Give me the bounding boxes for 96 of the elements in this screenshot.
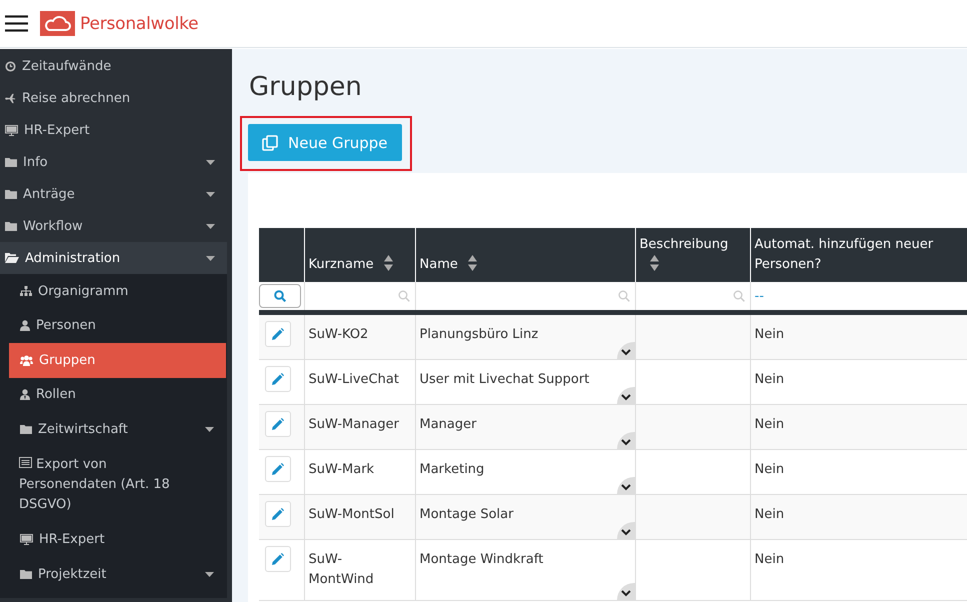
table-cell: Nein	[754, 552, 784, 567]
sidebar-item[interactable]: Rollen	[9, 378, 226, 412]
table-cell: SuW-MontSol	[308, 507, 394, 522]
pencil-icon	[272, 373, 284, 385]
expand-toggle[interactable]	[616, 522, 634, 539]
expand-toggle[interactable]	[616, 387, 634, 404]
sort-icon	[468, 255, 477, 271]
expand-toggle[interactable]	[616, 583, 634, 600]
monitor-icon	[20, 534, 33, 546]
expand-toggle[interactable]	[616, 477, 634, 494]
pencil-icon	[272, 508, 284, 520]
edit-button[interactable]	[265, 411, 291, 437]
sidebar-item[interactable]: Export von Personendaten (Art. 18 DSGVO)	[19, 446, 226, 522]
chevron-down-icon[interactable]	[620, 590, 630, 597]
search-icon	[618, 290, 630, 302]
hierarchy-icon	[20, 286, 32, 297]
column-header: Automat. hinzufügen neuer Personen?	[750, 228, 967, 282]
menu-icon[interactable]	[5, 15, 28, 32]
chevron-down-icon[interactable]	[620, 529, 630, 536]
folder-icon	[5, 221, 17, 231]
table-cell: Nein	[754, 417, 784, 432]
clock-icon	[5, 60, 16, 72]
caret-icon	[205, 426, 214, 432]
folder-icon	[20, 569, 32, 580]
table-cell: Manager	[420, 417, 476, 432]
table-cell: Marketing	[420, 462, 484, 477]
filter-dropdown[interactable]: --	[750, 288, 764, 304]
airplane-icon	[5, 92, 16, 104]
pencil-icon	[272, 553, 284, 565]
expand-toggle[interactable]	[616, 342, 634, 359]
column-header[interactable]: Kurzname	[304, 228, 415, 282]
chevron-down-icon[interactable]	[620, 484, 630, 491]
table-cell: Nein	[754, 507, 784, 522]
search-button[interactable]	[259, 284, 301, 308]
users-icon	[20, 354, 33, 366]
sort-icon	[384, 255, 393, 271]
column-header[interactable]: Beschreibung	[635, 228, 750, 282]
folder-icon	[5, 189, 17, 199]
sidebar-item[interactable]: Gruppen	[9, 343, 226, 378]
list-icon	[19, 456, 32, 468]
caret-icon	[205, 572, 214, 577]
sidebar-item[interactable]: Anträge	[0, 178, 227, 210]
chevron-down-icon[interactable]	[620, 439, 630, 446]
sidebar-item[interactable]: Reise abrechnen	[0, 82, 227, 114]
caret-icon	[206, 160, 215, 164]
logo-text: Personalwolke	[80, 14, 198, 34]
monitor-icon	[5, 124, 18, 136]
column-header[interactable]: Name	[415, 228, 635, 282]
table-cell: Montage Solar	[420, 507, 514, 522]
sidebar-item[interactable]: Workflow	[0, 210, 227, 242]
search-icon	[732, 290, 744, 302]
caret-icon	[206, 192, 215, 196]
caret-icon	[206, 224, 215, 228]
pencil-icon	[272, 418, 284, 430]
table-cell: Nein	[754, 327, 784, 342]
expand-toggle[interactable]	[616, 432, 634, 449]
pencil-icon	[272, 328, 284, 340]
edit-button[interactable]	[265, 501, 291, 527]
sidebar-item[interactable]: HR-Expert	[0, 114, 227, 146]
table-cell: Montage Windkraft	[420, 552, 544, 567]
table-cell: User mit Livechat Support	[420, 372, 590, 387]
table-cell: SuW-Manager	[308, 417, 399, 432]
user-icon	[20, 320, 30, 332]
chevron-down-icon[interactable]	[620, 349, 630, 356]
edit-button[interactable]	[265, 321, 291, 347]
chevron-down-icon[interactable]	[620, 394, 630, 401]
table-cell: Nein	[754, 462, 784, 477]
pencil-icon	[272, 463, 284, 475]
user-tie-icon	[20, 389, 30, 400]
sidebar-item[interactable]: Zeitaufwände	[0, 50, 227, 82]
folder-icon	[5, 157, 17, 167]
page-title: Gruppen	[249, 72, 362, 102]
sidebar-item[interactable]: Organigramm	[9, 274, 226, 308]
sidebar-item[interactable]: Administration	[0, 242, 227, 274]
search-button-icon	[274, 290, 286, 302]
table-cell: Planungsbüro Linz	[420, 327, 538, 342]
table-cell: SuW-MontWind	[308, 552, 374, 587]
sort-icon	[650, 255, 658, 271]
sidebar-item[interactable]: Personen	[9, 308, 226, 343]
folder-icon	[20, 424, 32, 434]
edit-button[interactable]	[265, 366, 291, 392]
edit-button[interactable]	[265, 546, 291, 572]
search-icon	[398, 290, 410, 302]
cloud-logo-icon	[40, 11, 75, 36]
table-cell: SuW-KO2	[308, 327, 368, 342]
table-cell: Nein	[754, 372, 784, 387]
edit-button[interactable]	[265, 456, 291, 482]
sidebar-item[interactable]: Zeitwirtschaft	[9, 412, 226, 446]
sidebar-item[interactable]: Info	[0, 146, 227, 178]
table-cell: SuW-LiveChat	[308, 372, 399, 387]
sidebar-item[interactable]: HR-Expert	[9, 522, 226, 557]
sidebar-item[interactable]: Projektzeit	[9, 557, 226, 592]
copy-icon	[262, 134, 278, 150]
table-cell: SuW-Mark	[308, 462, 374, 477]
caret-icon	[206, 256, 215, 260]
open-folder-icon	[5, 253, 19, 263]
